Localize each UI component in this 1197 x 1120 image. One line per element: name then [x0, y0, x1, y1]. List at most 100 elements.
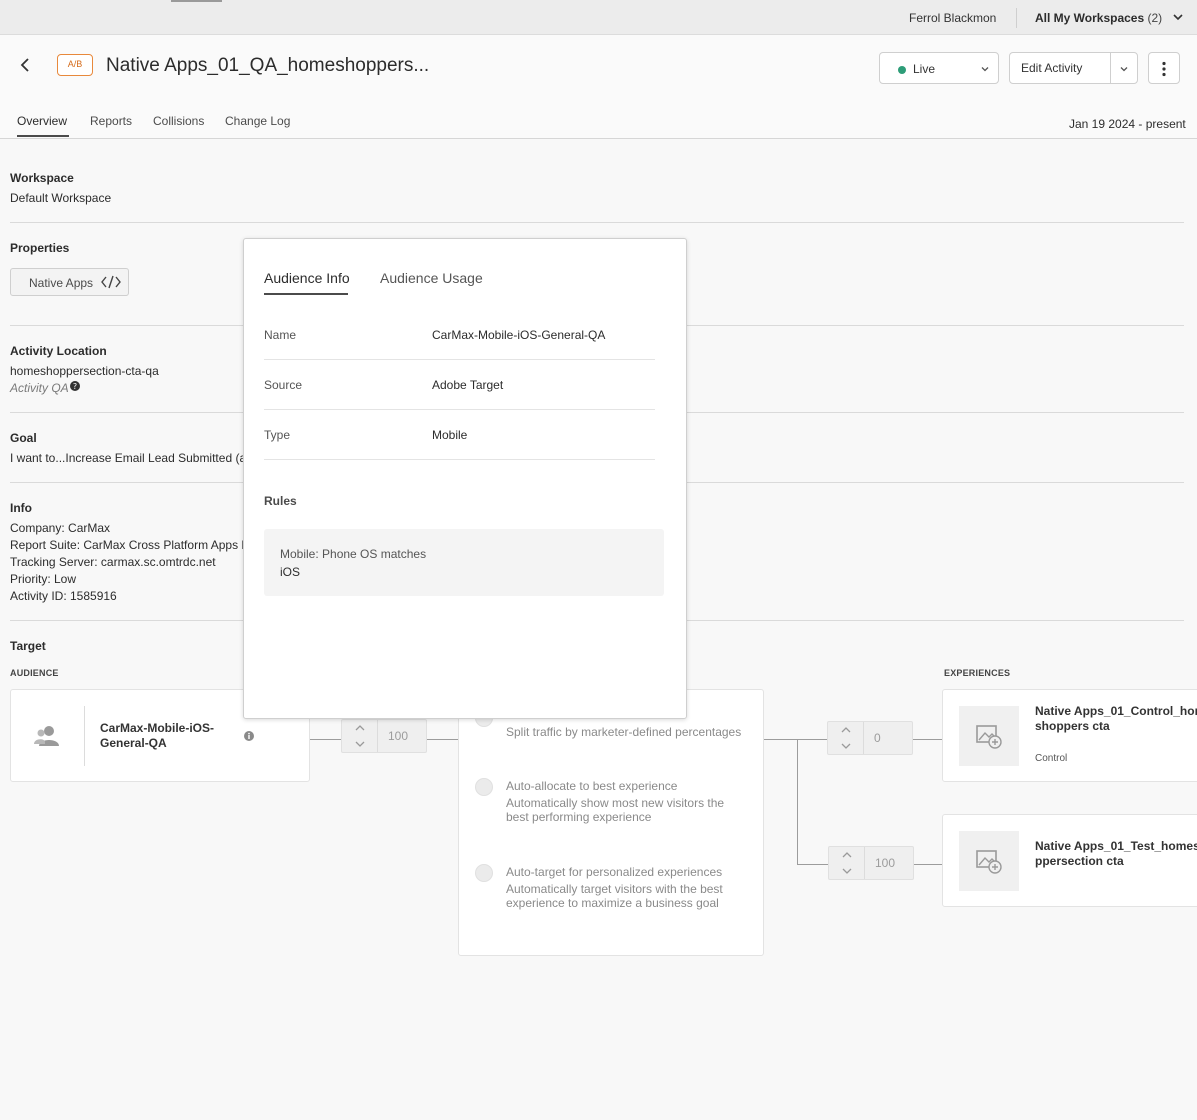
audience-icon — [34, 726, 59, 746]
radio-auto-target[interactable] — [475, 864, 493, 882]
edit-activity-button[interactable]: Edit Activity — [1009, 52, 1138, 84]
code-icon — [101, 275, 121, 289]
audience-name-key: Name — [264, 328, 297, 342]
stepper-arrows[interactable] — [342, 720, 378, 752]
flow-connector — [913, 739, 942, 740]
back-arrow-icon[interactable] — [17, 55, 33, 75]
audience-source-value: Adobe Target — [432, 378, 504, 392]
chevron-down-icon[interactable] — [1172, 11, 1184, 23]
popover-row-divider — [264, 359, 655, 360]
experience-title: Native Apps_01_Control_homeshoppers cta — [1035, 704, 1197, 733]
workspace-switcher-label: All My Workspaces — [1035, 11, 1145, 25]
audience-name-value: CarMax-Mobile-iOS-General-QA — [432, 328, 606, 342]
top-tab-marker — [171, 0, 222, 2]
experience-thumbnail — [959, 706, 1019, 766]
flow-connector — [797, 864, 828, 865]
audience-traffic-stepper[interactable]: 100 — [341, 719, 427, 753]
top-bar-separator — [1016, 8, 1017, 28]
chevron-down-icon[interactable] — [1119, 64, 1129, 74]
edit-activity-label: Edit Activity — [1021, 61, 1083, 75]
workspace-label: Workspace — [10, 171, 74, 185]
experience-card-test[interactable]: Native Apps_01_Test_homeshoppersection c… — [942, 814, 1197, 907]
info-priority: Priority: Low — [10, 572, 77, 586]
radio-auto-allocate[interactable] — [475, 778, 493, 796]
workspace-switcher[interactable]: All My Workspaces (2) — [1035, 11, 1162, 25]
goal-label: Goal — [10, 431, 37, 445]
section-divider — [10, 222, 1184, 223]
option-auto-allocate-desc: Automatically show most new visitors the… — [506, 796, 725, 824]
experience-thumbnail — [959, 831, 1019, 891]
chevron-up-icon[interactable] — [355, 724, 365, 732]
info-tracking-server: Tracking Server: carmax.sc.omtrdc.net — [10, 555, 216, 569]
chevron-up-icon[interactable] — [842, 851, 852, 859]
info-activity-id: Activity ID: 1585916 — [10, 589, 117, 603]
option-auto-target-desc: Automatically target visitors with the b… — [506, 882, 723, 910]
experience-title: Native Apps_01_Test_homeshoppersection c… — [1035, 839, 1197, 868]
status-live-dot — [898, 66, 906, 74]
rule-value: iOS — [280, 565, 301, 579]
flow-connector — [427, 739, 459, 740]
activity-qa-label[interactable]: Activity QA — [10, 381, 69, 395]
popover-active-tab-indicator — [264, 293, 348, 295]
top-bar: Ferrol Blackmon All My Workspaces (2) — [0, 0, 1197, 35]
properties-label: Properties — [10, 241, 70, 255]
target-label: Target — [10, 639, 46, 653]
audience-source-key: Source — [264, 378, 303, 392]
stepper-arrows[interactable] — [828, 722, 864, 754]
svg-text:?: ? — [73, 382, 77, 391]
chevron-up-icon[interactable] — [841, 726, 851, 734]
option-manual-desc: Split traffic by marketer-defined percen… — [506, 725, 742, 739]
activity-header: A/B Native Apps_01_QA_homeshoppers... Li… — [0, 35, 1197, 139]
add-image-icon — [976, 725, 1002, 749]
active-tab-indicator — [17, 135, 69, 137]
workspace-value: Default Workspace — [10, 191, 112, 205]
audience-popover: Audience Info Audience Usage Name CarMax… — [243, 238, 687, 719]
tab-overview[interactable]: Overview — [17, 114, 67, 128]
tab-audience-usage[interactable]: Audience Usage — [380, 270, 483, 286]
more-vertical-icon — [1162, 61, 1166, 77]
edit-button-divider — [1110, 53, 1111, 83]
rule-box: Mobile: Phone OS matches iOS — [264, 529, 664, 596]
info-report-suite: Report Suite: CarMax Cross Platform Apps… — [10, 538, 257, 552]
experience-control-stepper[interactable]: 0 — [827, 721, 913, 755]
chevron-down-icon — [981, 67, 989, 72]
tab-collisions[interactable]: Collisions — [153, 114, 204, 128]
popover-row-divider — [264, 409, 655, 410]
flow-connector — [797, 739, 798, 864]
audience-heading: AUDIENCE — [10, 668, 59, 678]
info-icon[interactable] — [244, 731, 254, 741]
experience-test-stepper[interactable]: 100 — [828, 846, 914, 880]
tab-change-log[interactable]: Change Log — [225, 114, 290, 128]
help-icon[interactable]: ? — [70, 381, 80, 391]
workspace-count: (2) — [1147, 11, 1163, 25]
flow-connector — [310, 739, 342, 740]
property-label: Native Apps — [29, 276, 94, 290]
activity-location-label: Activity Location — [10, 344, 107, 358]
experience-card-control[interactable]: Native Apps_01_Control_homeshoppers cta … — [942, 689, 1197, 782]
popover-row-divider — [264, 459, 655, 460]
traffic-allocation-card: Split traffic by marketer-defined percen… — [458, 689, 764, 956]
stepper-value: 100 — [388, 729, 409, 743]
status-label: Live — [913, 62, 936, 76]
date-range: Jan 19 2024 - present — [1069, 117, 1186, 131]
info-company: Company: CarMax — [10, 521, 111, 535]
more-options-button[interactable] — [1148, 52, 1180, 84]
user-name[interactable]: Ferrol Blackmon — [909, 11, 996, 25]
experiences-heading: EXPERIENCES — [944, 668, 1011, 678]
info-label: Info — [10, 501, 32, 515]
chevron-down-icon[interactable] — [841, 742, 851, 750]
flow-connector — [913, 864, 942, 865]
add-image-icon — [976, 850, 1002, 874]
option-auto-target-title[interactable]: Auto-target for personalized experiences — [506, 865, 722, 879]
activity-type-badge: A/B — [57, 54, 93, 76]
option-auto-allocate-title[interactable]: Auto-allocate to best experience — [506, 779, 677, 793]
rules-label: Rules — [264, 494, 297, 508]
chevron-down-icon[interactable] — [842, 867, 852, 875]
tab-audience-info[interactable]: Audience Info — [264, 270, 350, 286]
property-native-apps-button[interactable]: Native Apps — [10, 268, 129, 296]
experience-subtitle: Control — [1035, 753, 1068, 764]
tab-reports[interactable]: Reports — [90, 114, 132, 128]
status-dropdown[interactable]: Live — [879, 52, 999, 84]
chevron-down-icon[interactable] — [355, 740, 365, 748]
stepper-arrows[interactable] — [829, 847, 865, 879]
